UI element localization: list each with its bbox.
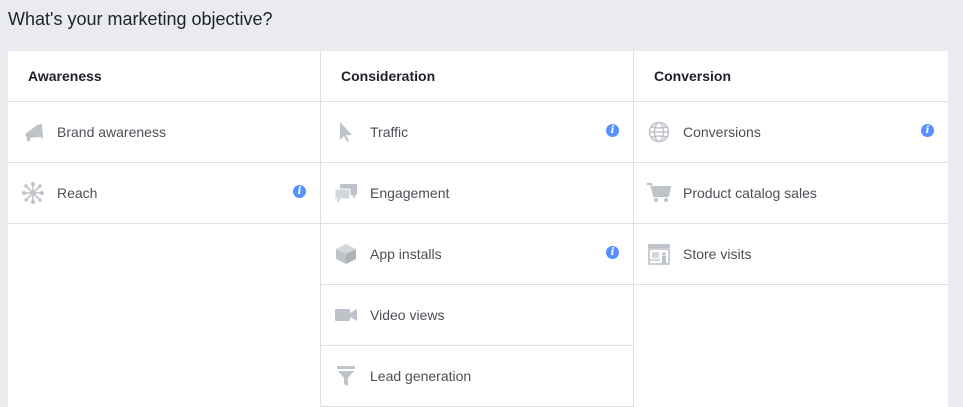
page-title: What's your marketing objective?	[8, 9, 273, 29]
objective-app-installs[interactable]: App installs i	[321, 224, 633, 285]
objective-reach[interactable]: Reach i	[8, 163, 320, 224]
video-camera-icon	[335, 309, 357, 321]
objective-label: Reach	[57, 185, 98, 201]
info-icon[interactable]: i	[293, 185, 306, 198]
objective-engagement[interactable]: Engagement	[321, 163, 633, 224]
shopping-cart-icon	[647, 183, 671, 202]
column-header-conversion: Conversion	[634, 51, 948, 102]
globe-icon	[648, 121, 670, 143]
column-header-awareness: Awareness	[8, 51, 320, 102]
objective-label: Traffic	[370, 124, 409, 140]
objective-traffic[interactable]: Traffic i	[321, 102, 633, 163]
objective-brand-awareness[interactable]: Brand awareness	[8, 102, 320, 163]
column-consideration: Consideration Traffic i Engagement App i…	[321, 51, 634, 407]
megaphone-icon	[25, 124, 43, 141]
box-icon	[336, 244, 356, 264]
reach-icon	[22, 182, 44, 204]
objective-label: Conversions	[683, 124, 761, 140]
objective-lead-generation[interactable]: Lead generation	[321, 346, 633, 407]
funnel-icon	[337, 366, 355, 386]
objective-grid: Awareness Brand awareness Reach i Consid…	[8, 51, 948, 407]
column-awareness: Awareness Brand awareness Reach i	[8, 51, 321, 407]
column-conversion: Conversion Conversions i Product catalog…	[634, 51, 948, 407]
column-header-consideration: Consideration	[321, 51, 633, 102]
chat-bubbles-icon	[334, 184, 357, 203]
objective-label: Lead generation	[370, 368, 472, 384]
objective-video-views[interactable]: Video views	[321, 285, 633, 346]
objective-label: Store visits	[683, 246, 752, 262]
storefront-icon	[648, 244, 670, 265]
info-icon[interactable]: i	[606, 246, 619, 259]
objective-label: Product catalog sales	[683, 185, 817, 201]
cursor-icon	[340, 122, 352, 142]
info-icon[interactable]: i	[606, 124, 619, 137]
objective-store-visits[interactable]: Store visits	[634, 224, 948, 285]
objective-label: Video views	[370, 307, 445, 323]
objective-label: Engagement	[370, 185, 450, 201]
objective-label: Brand awareness	[57, 124, 166, 140]
objective-conversions[interactable]: Conversions i	[634, 102, 948, 163]
objective-label: App installs	[370, 246, 442, 262]
objective-product-catalog-sales[interactable]: Product catalog sales	[634, 163, 948, 224]
info-icon[interactable]: i	[921, 124, 934, 137]
